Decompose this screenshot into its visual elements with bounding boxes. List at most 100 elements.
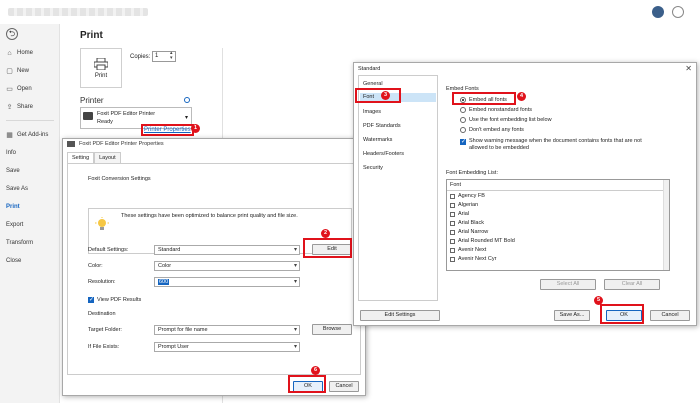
destination-label: Destination	[88, 311, 116, 317]
font-list-title: Font Embedding List:	[446, 170, 498, 176]
font-list-header: Font	[450, 182, 462, 188]
if-file-exists-select[interactable]: Prompt User	[154, 342, 300, 352]
title-bar	[0, 0, 700, 24]
list-item[interactable]: Avenir Next	[450, 247, 486, 253]
list-item[interactable]: Arial Narrow	[450, 229, 488, 235]
chevron-down-icon: ▾	[184, 115, 188, 121]
section-title: Foxit Conversion Settings	[88, 176, 151, 182]
step-badge-3: 3	[381, 91, 390, 100]
target-folder-select[interactable]: Prompt for file name	[154, 325, 300, 335]
highlight-ok-button	[288, 375, 326, 393]
dialog-title: Foxit PDF Editor Printer Properties	[63, 139, 365, 150]
default-settings-select[interactable]: Standard	[154, 245, 300, 255]
nav-save-as[interactable]: Save As	[0, 180, 60, 198]
tab-setting[interactable]: Setting	[67, 152, 95, 163]
category-images[interactable]: Images	[363, 109, 381, 115]
tab-layout[interactable]: Layout	[94, 152, 121, 163]
print-button[interactable]: Print	[80, 48, 122, 88]
category-headers-footers[interactable]: Headers/Footers	[363, 151, 404, 157]
new-doc-icon: ▢	[6, 68, 13, 75]
step-badge-4: 4	[517, 92, 526, 101]
if-file-exists-label: If File Exists:	[88, 344, 120, 350]
copies-label: Copies:	[130, 54, 151, 60]
radio-embed-nonstandard[interactable]	[460, 107, 466, 113]
select-all-button[interactable]: Select All	[540, 279, 596, 290]
font-embedding-list[interactable]: Font Agency FB Algerian Arial Arial Blac…	[446, 179, 670, 271]
step-badge-2: 2	[321, 229, 330, 238]
view-pdf-results-checkbox[interactable]	[88, 296, 94, 303]
warning-checkbox[interactable]	[460, 138, 466, 145]
cancel-button[interactable]: Cancel	[650, 310, 690, 321]
copies-stepper[interactable]: ▴ ▾	[170, 51, 173, 61]
category-pdf-standards[interactable]: PDF Standards	[363, 123, 401, 129]
step-badge-5: 5	[594, 296, 603, 305]
nav-new[interactable]: ▢ New	[0, 62, 60, 80]
view-pdf-results-label: View PDF Results	[97, 297, 142, 303]
nav-home[interactable]: ⌂ Home	[0, 44, 60, 62]
browse-button[interactable]: Browse	[312, 324, 352, 335]
highlight-edit-button	[303, 238, 352, 258]
cancel-button[interactable]: Cancel	[329, 381, 359, 392]
printer-header: Printer	[80, 96, 104, 105]
highlight-font-category	[355, 88, 401, 103]
home-icon: ⌂	[7, 49, 12, 57]
resolution-label: Resolution:	[88, 279, 116, 285]
nav-save[interactable]: Save	[0, 162, 60, 180]
printer-icon	[94, 57, 108, 70]
highlight-printer-properties	[141, 124, 194, 136]
clear-all-button[interactable]: Clear All	[604, 279, 660, 290]
standard-settings-dialog: Standard ✕ General Font Images PDF Stand…	[353, 62, 697, 326]
folder-icon: ▭	[6, 86, 13, 93]
nav-export[interactable]: Export	[0, 216, 60, 234]
color-label: Color:	[88, 263, 103, 269]
account-icon[interactable]	[652, 6, 664, 18]
nav-info[interactable]: Info	[0, 144, 60, 162]
list-item[interactable]: Arial Black	[450, 220, 484, 226]
category-security[interactable]: Security	[363, 165, 383, 171]
save-as-button[interactable]: Save As...	[554, 310, 590, 321]
nav-share[interactable]: ⇪ Share	[0, 98, 60, 116]
highlight-embed-all	[452, 92, 516, 105]
nav-close[interactable]: Close	[0, 252, 60, 270]
nav-get-add-ins[interactable]: ▦ Get Add-ins	[0, 126, 60, 144]
list-item[interactable]: Agency FB	[450, 193, 485, 199]
nav-divider	[6, 120, 54, 121]
resolution-select[interactable]: 600	[154, 277, 300, 287]
color-select[interactable]: Color	[154, 261, 300, 271]
list-item[interactable]: Arial	[450, 211, 469, 217]
back-arrow-icon[interactable]: ⮌	[6, 28, 18, 40]
list-scrollbar[interactable]	[663, 180, 669, 270]
list-item[interactable]: Avenir Next Cyr	[450, 256, 496, 262]
printer-device-icon	[83, 112, 93, 120]
step-badge-1: 1	[191, 124, 200, 133]
category-watermarks[interactable]: Watermarks	[363, 137, 392, 143]
list-item[interactable]: Algerian	[450, 202, 478, 208]
default-settings-label: Default Settings:	[88, 247, 129, 253]
category-general[interactable]: General	[363, 81, 383, 87]
settings-panel: Foxit Conversion Settings These settings…	[67, 163, 361, 375]
feedback-icon[interactable]	[672, 6, 684, 18]
add-ins-icon: ▦	[6, 132, 13, 139]
share-icon: ⇪	[6, 104, 13, 111]
info-icon[interactable]	[184, 97, 190, 103]
edit-settings-button[interactable]: Edit Settings	[360, 310, 440, 321]
font-settings-pane: Embed Fonts Embed all fonts Embed nonsta…	[440, 75, 694, 301]
step-badge-6: 6	[311, 366, 320, 375]
category-list: General Font Images PDF Standards Waterm…	[358, 75, 438, 301]
dialog-title: Standard	[358, 66, 381, 72]
page-title: Print	[80, 30, 103, 41]
nav-open[interactable]: ▭ Open	[0, 80, 60, 98]
lightbulb-icon	[95, 217, 109, 230]
nav-transform[interactable]: Transform	[0, 234, 60, 252]
radio-dont-embed[interactable]	[460, 127, 466, 133]
backstage-sidebar: ⮌ ⌂ Home ▢ New ▭ Open ⇪ Share ▦ Get Add-ins I…	[0, 24, 60, 403]
nav-print[interactable]: Print	[0, 198, 60, 216]
target-folder-label: Target Folder:	[88, 327, 122, 333]
radio-use-list[interactable]	[460, 117, 466, 123]
printer-small-icon	[67, 141, 75, 147]
highlight-ok-standard	[600, 304, 644, 324]
close-icon[interactable]: ✕	[685, 64, 692, 73]
foxit-printer-properties-dialog: Foxit PDF Editor Printer Properties Sett…	[62, 138, 366, 396]
list-item[interactable]: Arial Rounded MT Bold	[450, 238, 515, 244]
warning-label: Show warning message when the document c…	[469, 138, 642, 151]
